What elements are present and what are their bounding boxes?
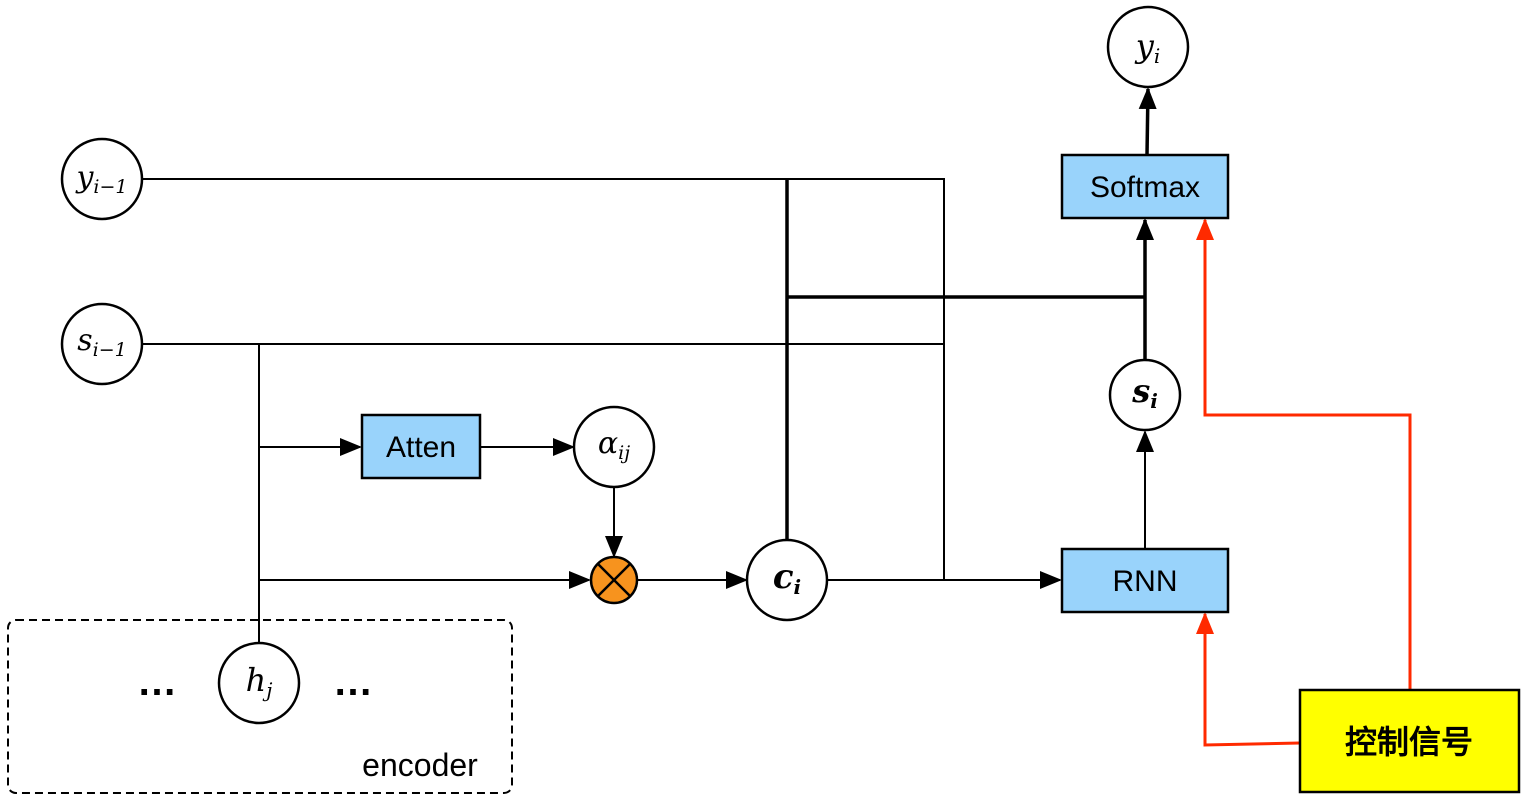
atten-box: Atten [360, 413, 482, 480]
circled-times-icon [589, 555, 639, 605]
svg-text:RNN: RNN [1113, 565, 1178, 598]
rnn-box: RNN [1060, 547, 1230, 614]
node-s-i: si [1108, 358, 1182, 432]
node-c-i: ci [745, 538, 829, 622]
svg-text:Atten: Atten [386, 431, 456, 464]
svg-text:控制信号: 控制信号 [1345, 723, 1473, 761]
node-y-i: yi [1106, 5, 1190, 89]
node-s-prev: si−1 [60, 302, 144, 386]
encoder-dots-left: … [137, 660, 177, 704]
attention-decoder-diagram: encoder … … Softmax Atten RNN 控制信号 yi yi… [7, 5, 1521, 794]
node-y-prev: yi−1 [60, 137, 144, 221]
softmax-box: Softmax [1060, 153, 1230, 220]
control-signal-box: 控制信号 [1298, 688, 1521, 794]
y-prev-line [142, 178, 945, 580]
control-connectors [1196, 218, 1412, 747]
encoder-dots-right: … [333, 660, 373, 704]
svg-text:Softmax: Softmax [1090, 171, 1200, 204]
node-h-j: hj [217, 641, 301, 725]
encoder-label: encoder [362, 747, 478, 783]
node-alpha: αij [572, 405, 656, 489]
connectors [142, 178, 1154, 643]
